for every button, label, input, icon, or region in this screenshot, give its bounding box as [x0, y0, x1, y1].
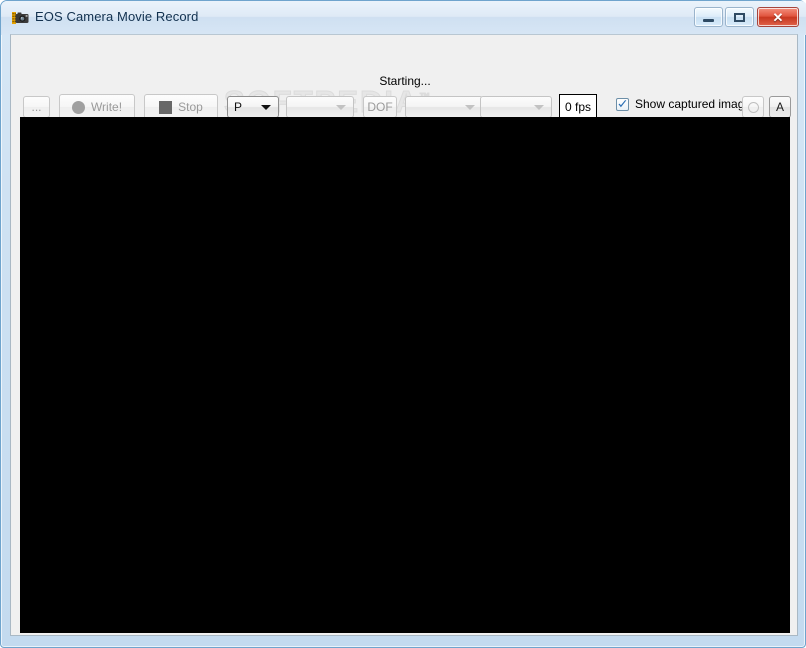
show-captured-label: Show captured image [635, 97, 752, 111]
circle-button[interactable] [742, 96, 764, 118]
close-icon: ✕ [772, 9, 784, 25]
dof-button[interactable]: DOF [363, 96, 397, 118]
quality-combo[interactable] [405, 96, 483, 118]
live-view-viewport[interactable] [20, 117, 790, 633]
a-button[interactable]: A [769, 96, 791, 118]
maximize-icon [726, 8, 753, 26]
chevron-down-icon [534, 105, 544, 110]
close-button[interactable]: ✕ [757, 7, 799, 27]
chevron-down-icon [336, 105, 346, 110]
exposure-combo[interactable] [286, 96, 354, 118]
minimize-button[interactable] [694, 7, 723, 27]
record-circle-icon [71, 100, 85, 114]
chevron-down-icon [261, 105, 271, 110]
show-captured-checkbox[interactable]: Show captured image [616, 97, 751, 111]
check-icon [618, 99, 627, 107]
title-bar[interactable]: EOS Camera Movie Record ✕ [1, 1, 806, 35]
circle-outline-icon [747, 101, 759, 113]
stop-square-icon [159, 100, 173, 114]
status-text: Starting... [379, 74, 431, 88]
write-button-label: Write! [90, 100, 123, 114]
mode-combo-value: P [234, 100, 243, 114]
mode-combo[interactable]: P [227, 96, 279, 118]
checkbox-box [616, 97, 629, 111]
browse-button[interactable]: ... [23, 96, 50, 118]
chevron-down-icon [465, 105, 475, 110]
stop-button-label: Stop [178, 100, 203, 114]
fps-display: 0 fps [559, 94, 597, 119]
resolution-combo[interactable] [480, 96, 552, 118]
client-area: Starting... ... Write! Stop SOFTPEDIA™ P… [10, 34, 798, 636]
minimize-icon [695, 8, 722, 26]
window-title: EOS Camera Movie Record [35, 9, 199, 24]
application-window: EOS Camera Movie Record ✕ Starting... ..… [0, 0, 806, 648]
maximize-button[interactable] [725, 7, 754, 27]
camera-icon [12, 10, 29, 26]
